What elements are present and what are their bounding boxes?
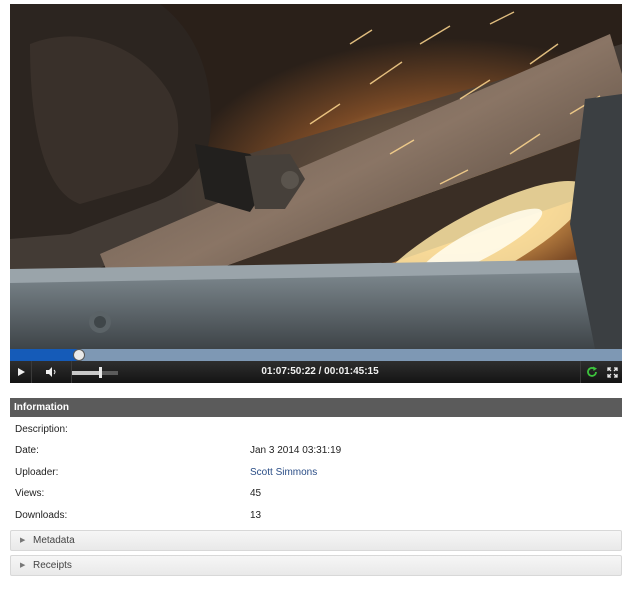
metadata-section-toggle[interactable]: ▶ Metadata: [10, 530, 622, 551]
section-label: Metadata: [33, 535, 75, 546]
video-frame[interactable]: [10, 4, 622, 349]
play-icon: [17, 368, 25, 376]
mute-button[interactable]: [32, 361, 72, 383]
speaker-icon: [45, 367, 55, 377]
reload-icon: [586, 366, 597, 377]
fullscreen-icon: [606, 366, 618, 378]
volume-level: [72, 371, 100, 375]
volume-handle[interactable]: [99, 367, 102, 378]
info-row-downloads: Downloads: 13: [10, 505, 622, 527]
info-value: 45: [250, 488, 262, 499]
progress-played: [10, 349, 79, 361]
player-controls: 01:07:50:22 / 00:01:45:15: [10, 361, 622, 383]
volume-slider[interactable]: [72, 361, 128, 383]
info-row-date: Date: Jan 3 2014 03:31:19: [10, 440, 622, 462]
info-row-description: Description:: [10, 419, 622, 441]
info-value: 13: [250, 510, 262, 521]
info-label: Views:: [15, 488, 45, 499]
info-label: Downloads:: [15, 510, 68, 521]
uploader-link[interactable]: Scott Simmons: [250, 462, 317, 484]
info-row-views: Views: 45: [10, 483, 622, 505]
caret-right-icon: ▶: [20, 537, 26, 544]
info-label: Description:: [15, 424, 68, 435]
information-header: Information: [10, 398, 622, 417]
fullscreen-button[interactable]: [602, 361, 622, 383]
progress-handle[interactable]: [73, 349, 85, 361]
info-row-uploader: Uploader: Scott Simmons: [10, 462, 622, 484]
info-value: Jan 3 2014 03:31:19: [250, 445, 342, 456]
caret-right-icon: ▶: [20, 562, 26, 569]
timecode: 01:07:50:22 / 00:01:45:15: [261, 366, 379, 377]
info-label: Uploader:: [15, 467, 59, 478]
progress-bar[interactable]: [10, 349, 622, 361]
play-button[interactable]: [10, 361, 32, 383]
video-still: [10, 4, 622, 349]
reload-button[interactable]: [580, 361, 602, 383]
receipts-section-toggle[interactable]: ▶ Receipts: [10, 555, 622, 576]
info-label: Date:: [15, 445, 39, 456]
section-label: Receipts: [33, 560, 72, 571]
